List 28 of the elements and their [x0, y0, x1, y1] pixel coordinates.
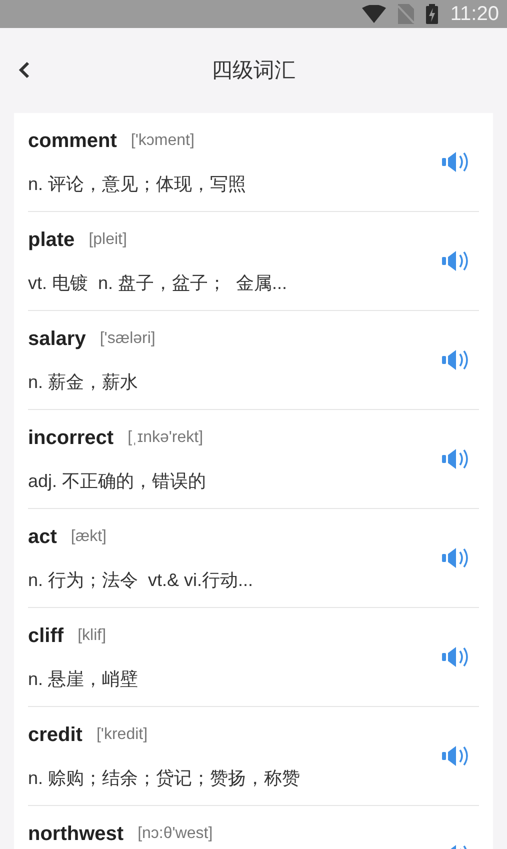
definition: n. 评论，意见；体现，写照 [28, 173, 248, 195]
status-time: 11:20 [450, 2, 499, 27]
word: comment [28, 129, 117, 154]
word: incorrect [28, 426, 114, 451]
word: cliff [28, 624, 64, 649]
definition: adj. 不正确的，错误的 [28, 470, 208, 492]
definition: n. 赊购；结余；贷记；赞扬，称赞 [28, 767, 302, 789]
word: salary [28, 327, 86, 352]
page-title: 四级词汇 [212, 58, 296, 84]
phonetic: [ˌɪnkə'rekt] [128, 428, 204, 448]
definition: vt. 电镀 n. 盘子，盆子； 金属... [28, 272, 288, 294]
word: northwest [28, 822, 124, 847]
phonetic: ['sæləri] [100, 329, 156, 349]
definition: n. 薪金，薪水 [28, 371, 140, 393]
phonetic: [pleit] [88, 230, 127, 250]
wifi-icon [362, 5, 386, 23]
word: credit [28, 723, 82, 748]
definition: n. 悬崖，峭壁 [28, 668, 140, 690]
phonetic: ['kredit] [96, 725, 148, 745]
no-sim-icon [398, 4, 414, 24]
battery-charging-icon [426, 4, 438, 24]
phonetic: [klif] [78, 626, 106, 646]
phonetic: [ækt] [70, 527, 106, 547]
definition: n. 行为；法令 vt.& vi.行动... [28, 569, 254, 591]
phonetic: [nɔ:θ'west] [138, 824, 213, 844]
phonetic: ['kɔment] [130, 131, 194, 151]
word: plate [28, 228, 75, 253]
word: act [28, 525, 57, 550]
